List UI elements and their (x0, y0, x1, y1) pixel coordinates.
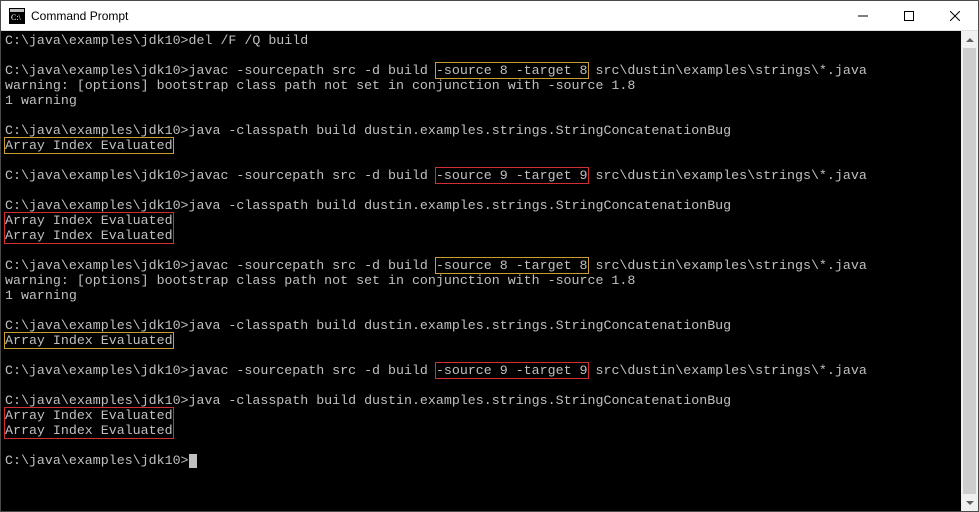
terminal-line: C:\java\examples\jdk10>javac -sourcepath… (5, 363, 961, 378)
window-controls (840, 1, 978, 30)
highlight-output-block: Array Index Evaluated Array Index Evalua… (5, 213, 173, 243)
window-frame: C:\ Command Prompt C:\java\examples\jdk1… (0, 0, 979, 512)
terminal-output[interactable]: C:\java\examples\jdk10>del /F /Q build C… (1, 31, 961, 511)
terminal-line: C:\java\examples\jdk10>javac -sourcepath… (5, 258, 961, 273)
blank-line (5, 108, 961, 123)
terminal-line: warning: [options] bootstrap class path … (5, 78, 961, 93)
highlight-output: Array Index Evaluated (5, 138, 173, 153)
prompt: C:\java\examples\jdk10> (5, 168, 189, 183)
maximize-button[interactable] (886, 1, 932, 30)
highlight-output: Array Index Evaluated (5, 333, 173, 348)
highlight-source9: -source 9 -target 9 (436, 363, 588, 378)
terminal-line: warning: [options] bootstrap class path … (5, 273, 961, 288)
blank-line (5, 438, 961, 453)
terminal-line: C:\java\examples\jdk10>java -classpath b… (5, 123, 961, 138)
blank-line (5, 378, 961, 393)
minimize-button[interactable] (840, 1, 886, 30)
terminal-line: 1 warning (5, 288, 961, 303)
terminal-line: Array Index Evaluated (5, 333, 961, 348)
terminal-line: C:\java\examples\jdk10>java -classpath b… (5, 393, 961, 408)
scroll-down-arrow[interactable] (961, 494, 978, 511)
terminal-line: C:\java\examples\jdk10>java -classpath b… (5, 198, 961, 213)
blank-line (5, 153, 961, 168)
scroll-up-arrow[interactable] (961, 31, 978, 48)
blank-line (5, 348, 961, 363)
prompt: C:\java\examples\jdk10> (5, 393, 189, 408)
window-title: Command Prompt (31, 9, 840, 23)
terminal-line: C:\java\examples\jdk10>del /F /Q build (5, 33, 961, 48)
terminal-line: Array Index Evaluated (5, 138, 961, 153)
prompt: C:\java\examples\jdk10> (5, 453, 189, 468)
blank-line (5, 303, 961, 318)
scroll-track[interactable] (961, 48, 978, 494)
highlight-source8: -source 8 -target 8 (436, 258, 588, 273)
terminal-line: C:\java\examples\jdk10>java -classpath b… (5, 318, 961, 333)
close-button[interactable] (932, 1, 978, 30)
prompt: C:\java\examples\jdk10> (5, 33, 189, 48)
terminal-area: C:\java\examples\jdk10>del /F /Q build C… (1, 31, 978, 511)
prompt: C:\java\examples\jdk10> (5, 198, 189, 213)
highlight-source8: -source 8 -target 8 (436, 63, 588, 78)
terminal-line: C:\java\examples\jdk10> (5, 453, 961, 468)
vertical-scrollbar[interactable] (961, 31, 978, 511)
terminal-line: Array Index Evaluated Array Index Evalua… (5, 408, 961, 438)
svg-text:C:\: C:\ (11, 13, 22, 22)
cursor (189, 454, 197, 468)
blank-line (5, 48, 961, 63)
highlight-source9: -source 9 -target 9 (436, 168, 588, 183)
prompt: C:\java\examples\jdk10> (5, 123, 189, 138)
titlebar[interactable]: C:\ Command Prompt (1, 1, 978, 31)
terminal-line: Array Index Evaluated Array Index Evalua… (5, 213, 961, 243)
blank-line (5, 183, 961, 198)
prompt: C:\java\examples\jdk10> (5, 318, 189, 333)
prompt: C:\java\examples\jdk10> (5, 363, 189, 378)
terminal-line: 1 warning (5, 93, 961, 108)
terminal-line: C:\java\examples\jdk10>javac -sourcepath… (5, 168, 961, 183)
blank-line (5, 243, 961, 258)
terminal-line: C:\java\examples\jdk10>javac -sourcepath… (5, 63, 961, 78)
prompt: C:\java\examples\jdk10> (5, 258, 189, 273)
cmd-icon: C:\ (9, 8, 25, 24)
prompt: C:\java\examples\jdk10> (5, 63, 189, 78)
highlight-output-block: Array Index Evaluated Array Index Evalua… (5, 408, 173, 438)
scroll-thumb[interactable] (963, 48, 976, 494)
